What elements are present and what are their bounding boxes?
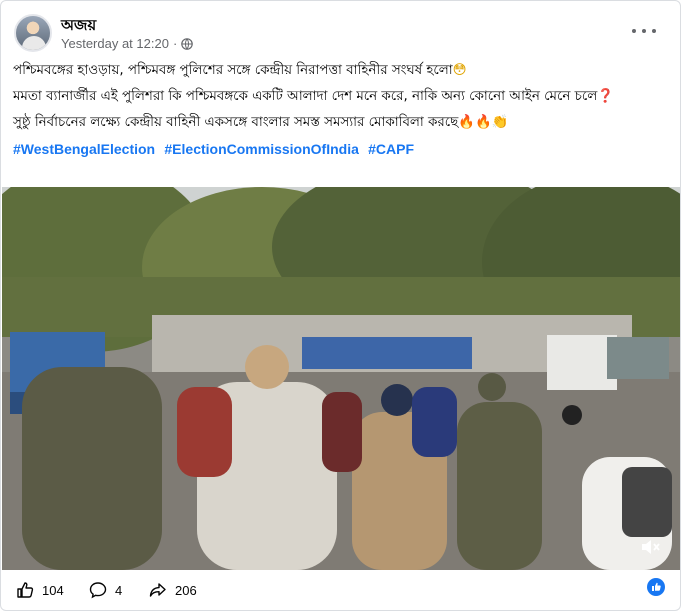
fire-emoji-icon: 🔥 — [474, 115, 492, 130]
post-footer: 104 4 206 — [1, 571, 680, 610]
globe-icon[interactable] — [181, 37, 194, 50]
video-frame-illustration — [2, 187, 680, 570]
post-body: পশ্চিমবঙ্গের হাওড়ায়, পশ্চিমবঙ্গ পুলিশে… — [13, 61, 673, 161]
hashtag-link[interactable]: #CAPF — [368, 141, 414, 157]
post-header: অজয় Yesterday at 12:20 · — [1, 1, 680, 59]
red-question-mark-icon: ❓ — [597, 89, 614, 104]
more-dot — [642, 29, 646, 33]
post-line: সুষ্ঠু নির্বাচনের লক্ষ্যে কেন্দ্রীয় বাহ… — [13, 113, 673, 133]
post-line-text: পশ্চিমবঙ্গের হাওড়ায়, পশ্চিমবঙ্গ পুলিশে… — [13, 63, 453, 78]
share-icon — [149, 583, 166, 597]
post-line-text: সুষ্ঠু নির্বাচনের লক্ষ্যে কেন্দ্রীয় বাহ… — [13, 115, 459, 130]
author-avatar[interactable] — [14, 14, 52, 52]
hashtag-list: #WestBengalElection #ElectionCommissionO… — [13, 139, 673, 161]
hashtag-link[interactable]: #ElectionCommissionOfIndia — [164, 141, 358, 157]
flushed-face-emoji-icon: 😳 — [452, 63, 467, 78]
share-button[interactable]: 206 — [149, 581, 197, 599]
post-meta: Yesterday at 12:20 · — [61, 36, 194, 51]
clapping-hands-emoji-icon: 👏 — [491, 115, 509, 130]
post-video[interactable] — [2, 187, 680, 570]
post-line: পশ্চিমবঙ্গের হাওড়ায়, পশ্চিমবঙ্গ পুলিশে… — [13, 61, 673, 81]
more-dot — [632, 29, 636, 33]
like-reaction-icon — [647, 578, 665, 596]
comment-icon — [89, 582, 107, 599]
mute-icon[interactable] — [639, 536, 661, 558]
more-dot — [652, 29, 656, 33]
thumbs-up-icon — [652, 582, 661, 591]
hashtag-link[interactable]: #WestBengalElection — [13, 141, 155, 157]
facebook-post-card: অজয় Yesterday at 12:20 · পশ্চিমবঙ্গের হ… — [0, 0, 681, 611]
post-timestamp[interactable]: Yesterday at 12:20 — [61, 36, 169, 51]
fire-emoji-icon: 🔥 — [458, 115, 475, 130]
thumbs-up-icon — [17, 582, 34, 598]
comment-count: 4 — [115, 582, 123, 598]
comment-button[interactable]: 4 — [89, 581, 122, 599]
post-line-text: মমতা ব্যানার্জীর এই পুলিশরা কি পশ্চিমবঙ্… — [13, 89, 598, 104]
meta-separator: · — [172, 36, 178, 51]
share-count: 206 — [175, 582, 197, 598]
more-options-icon[interactable] — [632, 21, 656, 41]
like-button[interactable]: 104 — [16, 581, 64, 599]
post-line: মমতা ব্যানার্জীর এই পুলিশরা কি পশ্চিমবঙ্… — [13, 87, 673, 107]
like-count: 104 — [42, 582, 64, 598]
